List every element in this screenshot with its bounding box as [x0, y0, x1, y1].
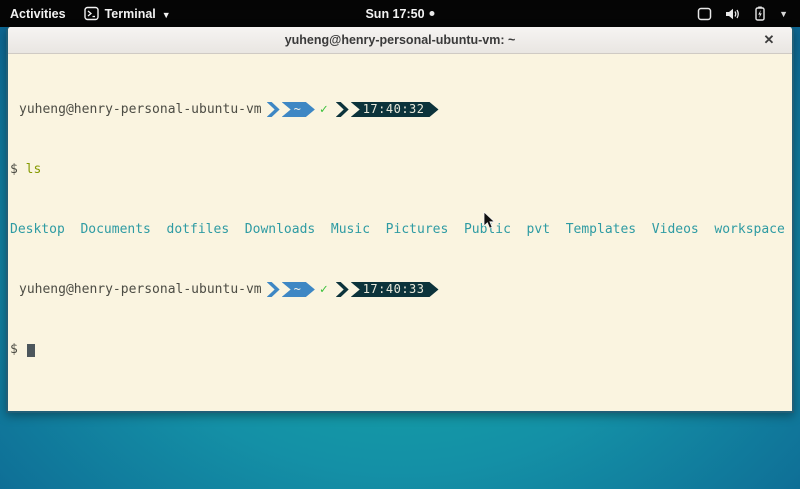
prompt-line: yuheng@henry-personal-ubuntu-vm ~ ✓ 17:4…: [10, 102, 790, 117]
terminal-window: yuheng@henry-personal-ubuntu-vm: ~ ✕ yuh…: [6, 27, 794, 413]
prompt-time-segment: 17:40:33: [351, 282, 439, 297]
app-menu-label: Terminal: [105, 7, 156, 21]
status-check-icon: ✓: [320, 102, 328, 117]
top-bar: Activities Terminal ▼ Sun 17:50: [0, 0, 800, 27]
volume-icon: [725, 7, 741, 21]
powerline-chevron-icon: [267, 282, 280, 297]
prompt-user-host: yuheng@henry-personal-ubuntu-vm: [19, 282, 262, 297]
chevron-down-icon: ▼: [162, 10, 171, 20]
close-button[interactable]: ✕: [760, 31, 778, 49]
system-menu[interactable]: ▼: [697, 6, 800, 21]
powerline-chevron-icon: [336, 282, 349, 297]
terminal-cursor: [27, 344, 35, 357]
window-title: yuheng@henry-personal-ubuntu-vm: ~: [285, 33, 516, 47]
activities-button[interactable]: Activities: [10, 7, 66, 21]
command-line: $: [10, 342, 790, 357]
prompt-user-host: yuheng@henry-personal-ubuntu-vm: [19, 102, 262, 117]
prompt-line: yuheng@henry-personal-ubuntu-vm ~ ✓ 17:4…: [10, 282, 790, 297]
chevron-down-icon: ▼: [779, 9, 788, 19]
mouse-cursor-icon: [483, 211, 496, 230]
ls-output-line: Desktop Documents dotfiles Downloads Mus…: [10, 222, 790, 237]
notification-dot-icon: [430, 11, 435, 16]
desktop[interactable]: { "top_bar": { "activities_label": "Acti…: [0, 0, 800, 489]
clock-label: Sun 17:50: [365, 7, 424, 21]
prompt-time-segment: 17:40:32: [351, 102, 439, 117]
app-menu-terminal[interactable]: Terminal ▼: [84, 6, 171, 21]
prompt-symbol: $: [10, 162, 18, 177]
terminal-body[interactable]: yuheng@henry-personal-ubuntu-vm ~ ✓ 17:4…: [8, 54, 792, 411]
prompt-symbol: $: [10, 342, 18, 357]
window-titlebar[interactable]: yuheng@henry-personal-ubuntu-vm: ~ ✕: [8, 27, 792, 54]
prompt-cwd-segment: ~: [282, 282, 315, 297]
command-text: ls: [26, 162, 42, 177]
powerline-chevron-icon: [267, 102, 280, 117]
status-check-icon: ✓: [320, 282, 328, 297]
prompt-cwd-segment: ~: [282, 102, 315, 117]
battery-charging-icon: [754, 6, 766, 21]
powerline-chevron-icon: [336, 102, 349, 117]
screen-icon: [697, 7, 712, 21]
terminal-app-icon: [84, 6, 99, 21]
command-line: $ ls: [10, 162, 790, 177]
clock-button[interactable]: Sun 17:50: [365, 7, 434, 21]
